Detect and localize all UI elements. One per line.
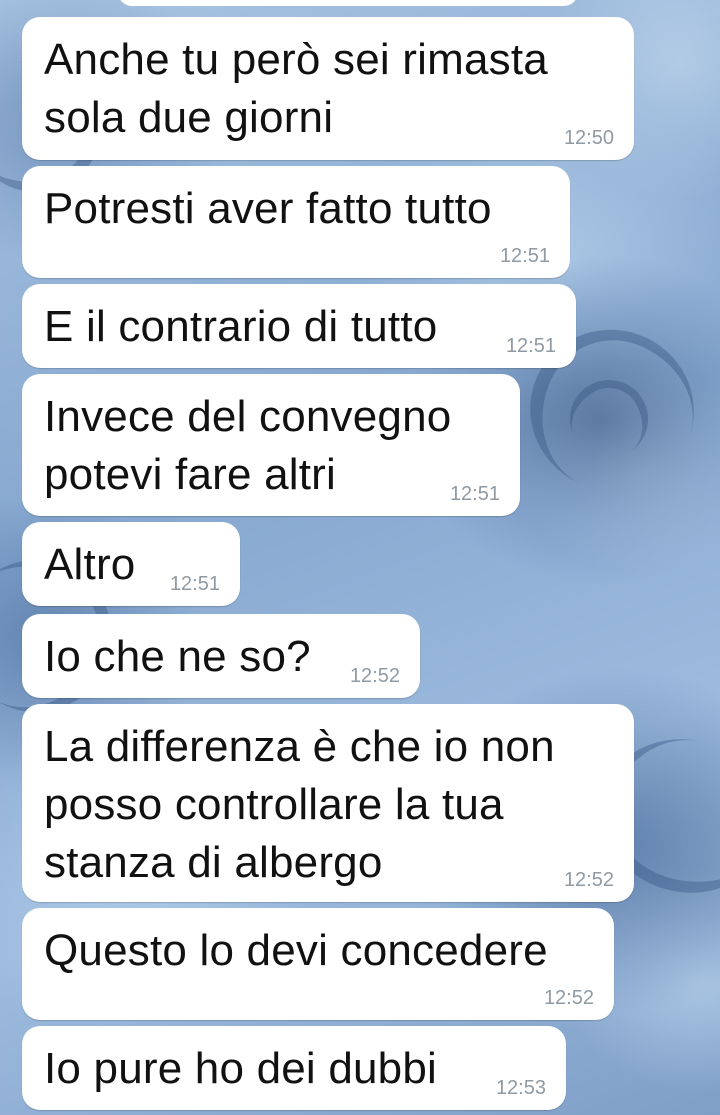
message-timestamp: 12:52 [543, 987, 594, 1009]
message-text: Io che ne so? [44, 632, 311, 681]
message-bubble[interactable]: Potresti aver fatto tutto 12:51 [22, 166, 570, 278]
message-timestamp: 12:51 [169, 573, 220, 595]
message-timestamp: 12:51 [449, 483, 500, 505]
message-text: Invece del convegno potevi fare altri [44, 392, 452, 499]
message-timestamp: 12:52 [349, 665, 400, 687]
message-text: Potresti aver fatto tutto [44, 184, 492, 233]
message-timestamp: 12:50 [563, 127, 614, 149]
message-text: La differenza è che io non posso control… [44, 722, 555, 887]
message-timestamp: 12:51 [499, 245, 550, 267]
message-text: Anche tu però sei rimasta sola due giorn… [44, 35, 548, 142]
message-bubble[interactable]: La differenza è che io non posso control… [22, 704, 634, 902]
message-text: Io pure ho dei dubbi [44, 1044, 437, 1093]
message-bubble[interactable]: Invece del convegno potevi fare altri 12… [22, 374, 520, 516]
message-bubble[interactable]: Altro 12:51 [22, 522, 240, 606]
message-bubble[interactable]: Anche tu però sei rimasta sola due giorn… [22, 17, 634, 160]
message-text: E il contrario di tutto [44, 302, 438, 351]
message-bubble[interactable]: Io pure ho dei dubbi 12:53 [22, 1026, 566, 1110]
message-bubble[interactable]: Questo lo devi concedere 12:52 [22, 908, 614, 1020]
message-bubble[interactable]: Io che ne so? 12:52 [22, 614, 420, 698]
message-text: Questo lo devi concedere [44, 926, 548, 975]
chat-message-list[interactable]: Anche tu però sei rimasta sola due giorn… [0, 0, 720, 1115]
previous-message-edge [118, 0, 578, 6]
message-timestamp: 12:51 [505, 335, 556, 357]
message-timestamp: 12:52 [563, 869, 614, 891]
message-timestamp: 12:53 [495, 1077, 546, 1099]
message-bubble[interactable]: E il contrario di tutto 12:51 [22, 284, 576, 368]
